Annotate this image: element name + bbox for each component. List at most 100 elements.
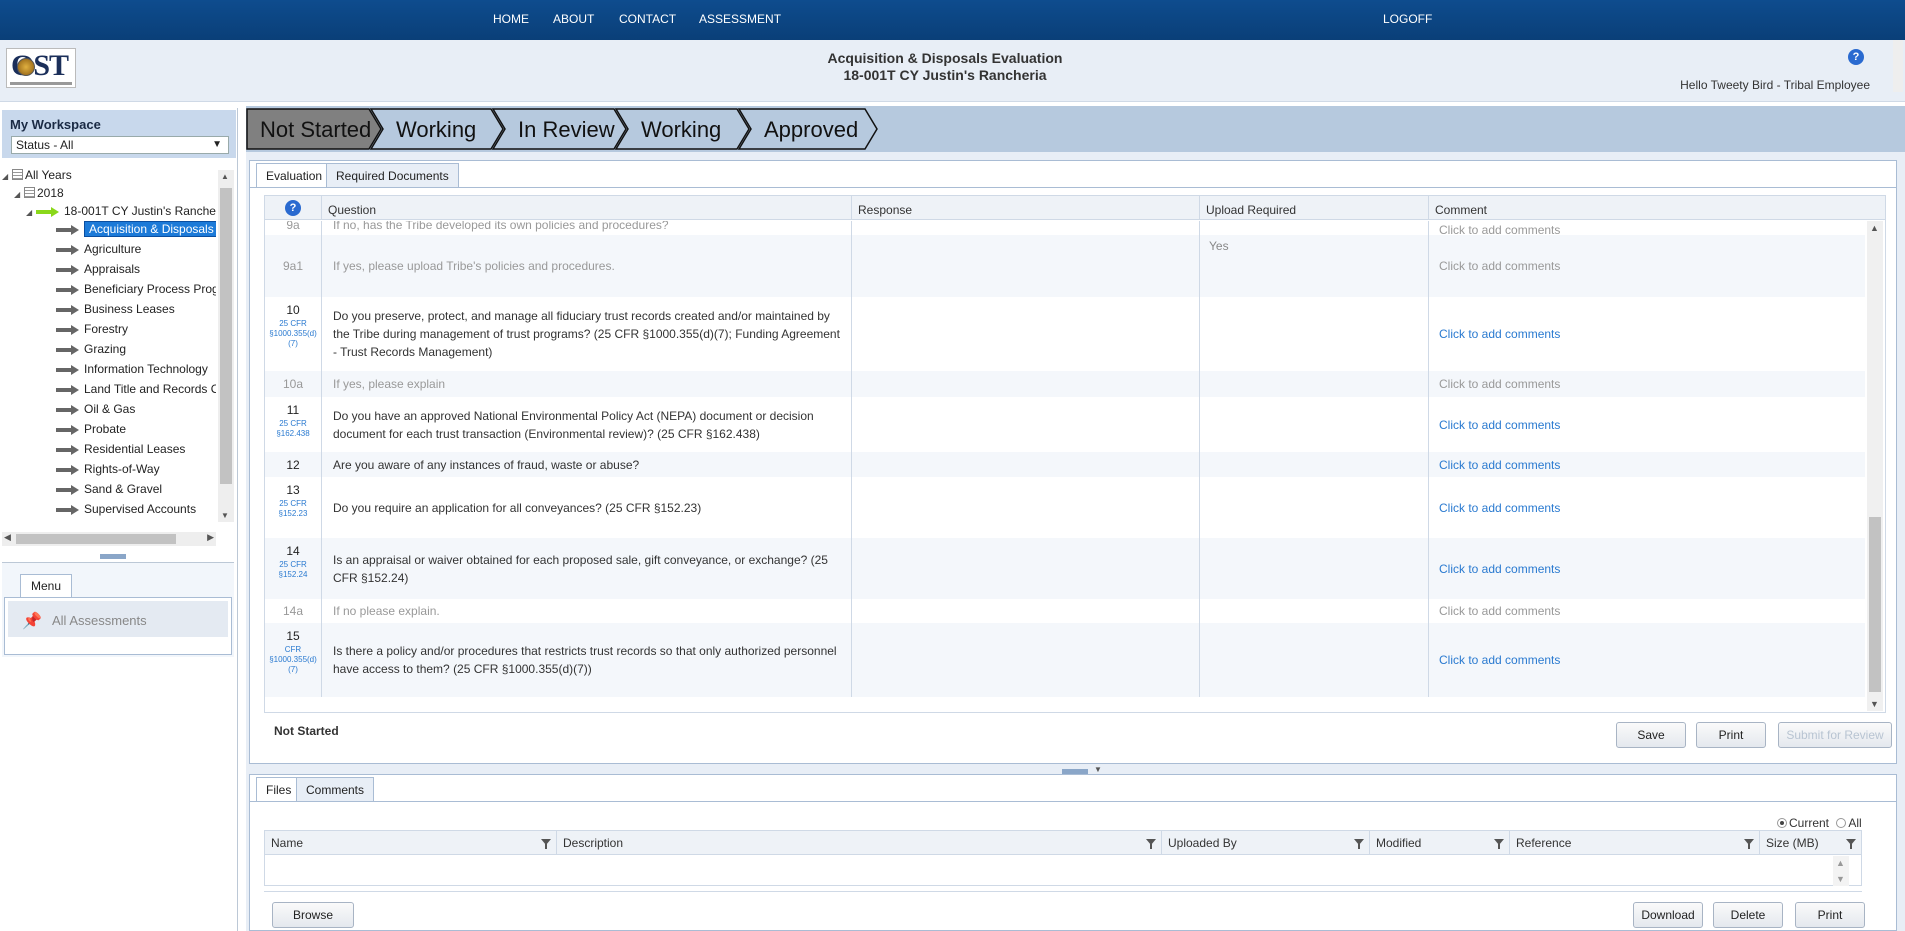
page-scrollbar[interactable] — [1893, 40, 1903, 92]
chevron-down-icon[interactable]: ▼ — [1094, 765, 1102, 774]
tree-node-assessment[interactable]: ◢ 18-001T CY Justin's Rancheria — [26, 202, 216, 220]
tab-comments[interactable]: Comments — [296, 777, 375, 801]
scroll-down-icon[interactable]: ▼ — [221, 511, 229, 520]
tree-node-item[interactable]: Oil & Gas — [56, 400, 135, 418]
tab-menu[interactable]: Menu — [20, 574, 72, 598]
tree-node-item[interactable]: Probate — [56, 420, 126, 438]
tree-node-item[interactable]: Residential Leases — [56, 440, 185, 458]
collapse-icon[interactable]: ◢ — [14, 186, 24, 204]
column-header-reference[interactable]: Reference — [1509, 831, 1759, 855]
tree-node-item[interactable]: Sand & Gravel — [56, 480, 162, 498]
tree-vertical-scrollbar[interactable]: ▲ ▼ — [218, 170, 234, 522]
scroll-up-icon[interactable]: ▲ — [221, 172, 229, 181]
filter-icon[interactable] — [541, 839, 551, 849]
browse-button[interactable]: Browse — [272, 902, 354, 928]
tree-node-item[interactable]: Acquisition & Disposals — [56, 220, 216, 238]
column-header-comment[interactable]: Comment — [1428, 196, 1885, 220]
add-comment-link[interactable]: Click to add comments — [1439, 327, 1560, 341]
add-comment-link[interactable]: Click to add comments — [1439, 604, 1560, 618]
help-icon[interactable]: ? — [1848, 49, 1864, 65]
tab-files[interactable]: Files — [256, 777, 302, 801]
column-header-name[interactable]: Name — [265, 831, 556, 855]
question-reference: CFR §1000.355(d)(7) — [269, 645, 317, 674]
column-header-description[interactable]: Description — [556, 831, 1161, 855]
menu-item-all-assessments[interactable]: 📌 All Assessments — [8, 601, 228, 637]
column-divider — [321, 297, 322, 371]
tree-node-item[interactable]: Rights-of-Way — [56, 460, 160, 478]
panel-splitter-handle[interactable] — [100, 554, 126, 559]
nav-assessment-link[interactable]: ASSESSMENT — [699, 12, 781, 26]
tree-node-item[interactable]: Trust Management — [56, 520, 184, 522]
submit-for-review-button[interactable]: Submit for Review — [1778, 722, 1892, 748]
radio-current[interactable] — [1777, 818, 1787, 828]
scroll-right-icon[interactable]: ▶ — [207, 532, 214, 543]
column-header-question[interactable]: Question — [321, 196, 851, 220]
arrow-right-icon — [56, 244, 80, 255]
scroll-up-icon[interactable]: ▲ — [1836, 858, 1845, 868]
tree-node-all-years[interactable]: ◢ All Years — [2, 166, 72, 184]
evaluation-panel: Evaluation Required Documents ? Question… — [249, 160, 1897, 764]
column-divider — [851, 235, 852, 297]
scroll-down-icon[interactable]: ▼ — [1870, 699, 1879, 709]
filter-icon[interactable] — [1744, 839, 1754, 849]
filter-icon[interactable] — [1494, 839, 1504, 849]
tree-node-label: Oil & Gas — [84, 402, 136, 416]
status-filter-select[interactable]: Status - All ▼ — [11, 136, 229, 154]
add-comment-link[interactable]: Click to add comments — [1439, 259, 1560, 273]
print-button[interactable]: Print — [1696, 722, 1766, 748]
print-files-button[interactable]: Print — [1795, 902, 1865, 928]
tab-required-documents[interactable]: Required Documents — [326, 163, 459, 187]
tree-node-item[interactable]: Appraisals — [56, 260, 140, 278]
tree-node-item[interactable]: Supervised Accounts — [56, 500, 196, 518]
tree-node-item[interactable]: Land Title and Records Offices — [56, 380, 216, 398]
delete-button[interactable]: Delete — [1713, 902, 1783, 928]
add-comment-link[interactable]: Click to add comments — [1439, 653, 1560, 667]
column-divider — [1428, 297, 1429, 371]
column-header-uploaded-by[interactable]: Uploaded By — [1161, 831, 1369, 855]
question-reference: 25 CFR §152.23 — [278, 499, 308, 518]
help-icon[interactable]: ? — [285, 200, 301, 216]
tree-node-item[interactable]: Forestry — [56, 320, 128, 338]
radio-all[interactable] — [1836, 818, 1847, 828]
scroll-thumb[interactable] — [1869, 517, 1881, 692]
column-divider — [1199, 297, 1200, 371]
tree-node-item[interactable]: Agriculture — [56, 240, 141, 258]
add-comment-link[interactable]: Click to add comments — [1439, 562, 1560, 576]
column-divider — [1428, 221, 1429, 235]
column-header-size[interactable]: Size (MB) — [1759, 831, 1861, 855]
tree-horizontal-scrollbar[interactable]: ◀ ▶ — [2, 532, 216, 546]
files-vertical-scrollbar[interactable]: ▲ ▼ — [1833, 856, 1849, 886]
scroll-thumb[interactable] — [220, 188, 232, 484]
tree-node-year[interactable]: ◢ 2018 — [14, 184, 64, 202]
pin-icon: 📌 — [22, 613, 42, 630]
nav-logoff-link[interactable]: LOGOFF — [1383, 12, 1432, 26]
column-header-modified[interactable]: Modified — [1369, 831, 1509, 855]
collapse-icon[interactable]: ◢ — [2, 168, 12, 186]
tree-node-item[interactable]: Grazing — [56, 340, 126, 358]
column-header-upload-required[interactable]: Upload Required — [1199, 196, 1428, 220]
scroll-up-icon[interactable]: ▲ — [1870, 223, 1879, 233]
nav-about-link[interactable]: ABOUT — [553, 12, 594, 26]
tree-node-item[interactable]: Business Leases — [56, 300, 175, 318]
scroll-thumb[interactable] — [16, 534, 176, 544]
save-button[interactable]: Save — [1616, 722, 1686, 748]
add-comment-link[interactable]: Click to add comments — [1439, 458, 1560, 472]
column-header-response[interactable]: Response — [851, 196, 1199, 220]
nav-home-link[interactable]: HOME — [493, 12, 529, 26]
tree-node-item[interactable]: Beneficiary Process Program — [56, 280, 216, 298]
column-divider — [851, 623, 852, 697]
add-comment-link[interactable]: Click to add comments — [1439, 501, 1560, 515]
nav-contact-link[interactable]: CONTACT — [619, 12, 676, 26]
questions-vertical-scrollbar[interactable]: ▲ ▼ — [1867, 221, 1883, 711]
filter-icon[interactable] — [1354, 839, 1364, 849]
filter-icon[interactable] — [1146, 839, 1156, 849]
add-comment-link[interactable]: Click to add comments — [1439, 377, 1560, 391]
scroll-left-icon[interactable]: ◀ — [4, 532, 11, 543]
collapse-icon[interactable]: ◢ — [26, 204, 36, 222]
tree-node-item[interactable]: Information Technology — [56, 360, 208, 378]
tab-evaluation[interactable]: Evaluation — [256, 163, 333, 187]
download-button[interactable]: Download — [1633, 902, 1703, 928]
add-comment-link[interactable]: Click to add comments — [1439, 418, 1560, 432]
scroll-down-icon[interactable]: ▼ — [1836, 874, 1845, 884]
filter-icon[interactable] — [1846, 839, 1856, 849]
